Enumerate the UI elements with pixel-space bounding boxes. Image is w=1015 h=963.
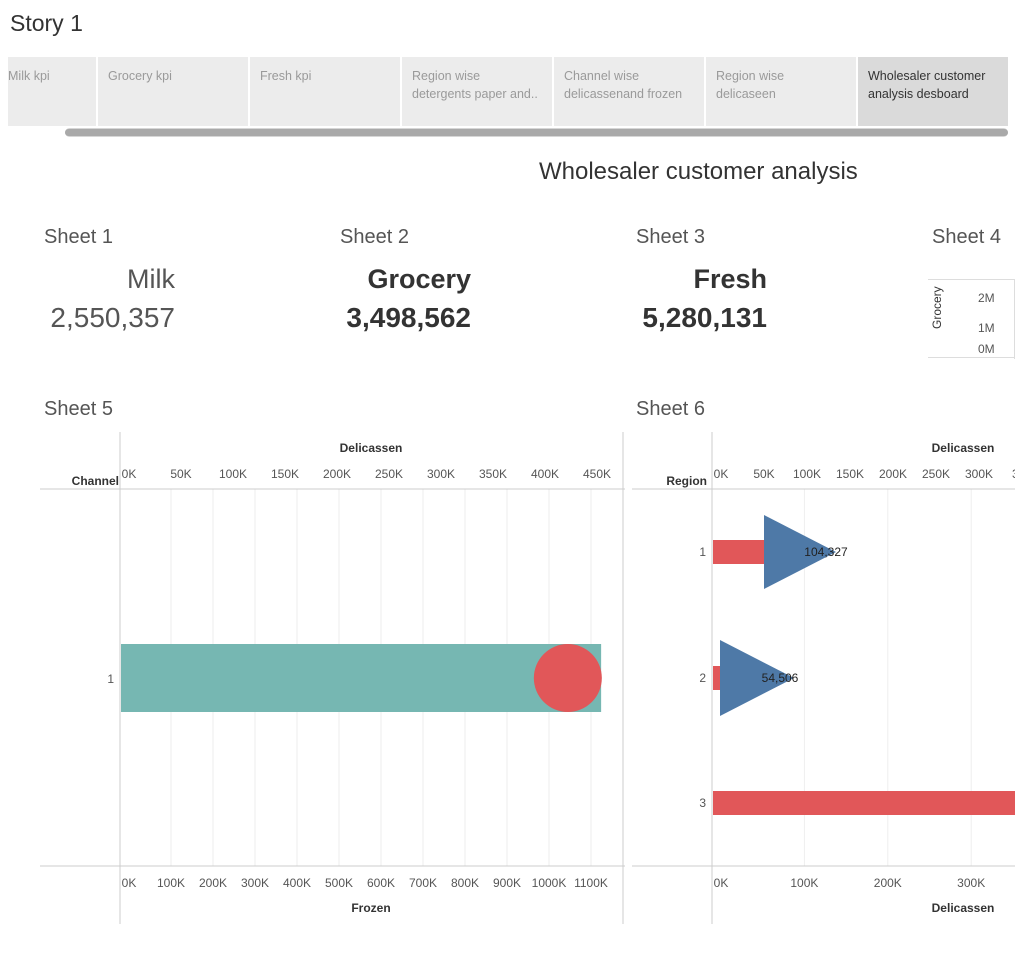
- scrollbar-thumb[interactable]: [65, 129, 1008, 136]
- story-tab-4[interactable]: Region wise detergents paper and..: [402, 57, 552, 126]
- story-tab-2[interactable]: Grocery kpi: [98, 57, 248, 126]
- sheet6-top-tick-label: 0K: [714, 467, 729, 481]
- sheet6-region-bar[interactable]: [713, 540, 765, 564]
- sheet5-top-tick-label: 100K: [219, 467, 247, 481]
- sheet6-bottom-tick-label: 300K: [957, 876, 985, 890]
- sheet5-bottom-tick-label: 600K: [367, 876, 395, 890]
- sheet6-data-label: 104,327: [804, 545, 848, 559]
- story-tab-3[interactable]: Fresh kpi: [250, 57, 400, 126]
- sheet3-title: Sheet 3: [636, 226, 705, 248]
- sheet5-svg: DelicassenChannel 0K 50K 100K 150K 200K 250K 30…: [40, 432, 625, 924]
- sheet6-bottom-tick-label: 0K: [714, 876, 729, 890]
- sheet6-row-label: 1: [699, 545, 706, 559]
- grocery-kpi-value: 3,498,562: [346, 302, 471, 333]
- sheet5-bottom-axis-title: Frozen: [351, 901, 390, 915]
- sheet6-svg: Delicassen Region 0K 50K 100K 150K 200K 250K 300…: [632, 432, 1015, 924]
- sheet5-bottom-tick-label: 800K: [451, 876, 479, 890]
- sheet5-top-tick-label: 150K: [271, 467, 299, 481]
- sheet6-row-label: 2: [699, 671, 706, 685]
- sheet5-row-label: 1: [107, 672, 114, 686]
- grocery-kpi-label: Grocery: [367, 264, 471, 294]
- sheet2-title: Sheet 2: [340, 226, 409, 248]
- sheet5-bottom-tick-label: 500K: [325, 876, 353, 890]
- sheet5-top-tick-label: 450K: [583, 467, 611, 481]
- sheet5-bottom-tick-label: 100K: [157, 876, 185, 890]
- sheet4-axis-label: Grocery: [930, 286, 944, 329]
- story-tab-1[interactable]: Milk kpi: [8, 57, 96, 126]
- sheet6-top-tick-label: 150K: [836, 467, 864, 481]
- sheet4-title: Sheet 4: [932, 226, 1001, 248]
- sheet4-tick: 2M: [978, 291, 995, 305]
- sheet6-bottom-tick-label: 100K: [790, 876, 818, 890]
- sheet5-delicassen-circle[interactable]: [533, 644, 602, 712]
- sheet4-top-border: [928, 279, 1015, 280]
- story-title: Story 1: [10, 10, 83, 36]
- sheet5-chart: Delicassen Channel 0K 50K 100K 150K 200K 250K 30…: [40, 432, 625, 924]
- sheet5-bottom-tick-label: 1000K: [532, 876, 567, 890]
- dashboard-title: Wholesaler customer analysis: [539, 158, 858, 185]
- sheet5-bottom-tick-label: 700K: [409, 876, 437, 890]
- sheet5-top-tick-label: 50K: [170, 467, 191, 481]
- sheet6-row-label: 3: [699, 796, 706, 810]
- sheet4-bottom-border: [928, 357, 1015, 358]
- sheet5-top-axis-title: Delicassen: [340, 441, 403, 455]
- sheet5-bottom-tick-label: 400K: [283, 876, 311, 890]
- milk-kpi-label: Milk: [127, 264, 175, 294]
- story-tab-7[interactable]: Wholesaler customer analysis desboard: [858, 57, 1008, 126]
- sheet6-data-label: 54,506: [762, 671, 799, 685]
- sheet5-top-tick-label: 250K: [375, 467, 403, 481]
- sheet6-chart: Delicassen Region 0K 50K 100K 150K 200K 250K 300…: [632, 432, 1015, 924]
- sheet6-top-tick-label: 100K: [793, 467, 821, 481]
- fresh-kpi-label: Fresh: [693, 264, 767, 294]
- sheet5-bottom-tick-label: 0K: [122, 876, 137, 890]
- story-tab-6[interactable]: Region wise delicaseen: [706, 57, 856, 126]
- sheet6-top-tick-label: 300K: [965, 467, 993, 481]
- sheet5-bottom-tick-label: 300K: [241, 876, 269, 890]
- sheet4-chart: Grocery 2M 1M 0M: [928, 279, 1015, 359]
- sheet6-row-field-header: Region: [666, 474, 707, 488]
- sheet5-bottom-tick-label: 1100K: [574, 876, 608, 890]
- sheet6-title: Sheet 6: [636, 398, 705, 420]
- sheet6-top-tick-label: 50K: [753, 467, 774, 481]
- sheet5-bottom-tick-label: 200K: [199, 876, 227, 890]
- sheet6-top-tick-label: 250K: [922, 467, 950, 481]
- sheet4-tick: 0M: [978, 342, 995, 356]
- sheet6-top-tick-label: 200K: [879, 467, 907, 481]
- sheet5-top-tick-label: 350K: [479, 467, 507, 481]
- sheet5-frozen-bar[interactable]: [121, 644, 602, 712]
- sheet5-top-tick-label: 400K: [531, 467, 559, 481]
- story-tab-5[interactable]: Channel wise delicassenand frozen: [554, 57, 704, 126]
- sheet5-title: Sheet 5: [44, 398, 113, 420]
- sheet1-title: Sheet 1: [44, 226, 113, 248]
- sheet5-bottom-tick-label: 900K: [493, 876, 521, 890]
- sheet5-top-tick-label: 200K: [323, 467, 351, 481]
- fresh-kpi-value: 5,280,131: [642, 302, 767, 333]
- sheet5-row-field-header: Channel: [72, 474, 119, 488]
- sheet5-top-tick-label: 300K: [427, 467, 455, 481]
- sheet6-bottom-tick-label: 200K: [874, 876, 902, 890]
- sheet6-top-axis-title: Delicassen: [932, 441, 995, 455]
- sheet6-region-bar[interactable]: [713, 791, 1015, 815]
- sheet4-tick: 1M: [978, 321, 995, 335]
- milk-kpi-value: 2,550,357: [50, 302, 175, 333]
- sheet6-bottom-axis-title: Delicassen: [932, 901, 995, 915]
- sheet5-top-tick-label: 0K: [122, 467, 137, 481]
